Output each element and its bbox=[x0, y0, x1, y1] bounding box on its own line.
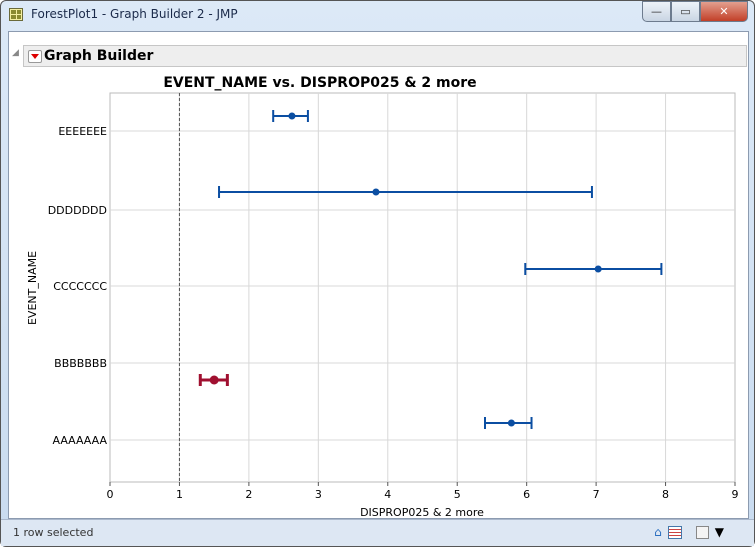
title-bar: ForestPlot1 - Graph Builder 2 - JMP — ▭ … bbox=[1, 1, 754, 27]
y-tick-label: AAAAAAA bbox=[52, 434, 107, 447]
plot-frame bbox=[109, 92, 736, 483]
home-icon[interactable]: ⌂ bbox=[654, 525, 662, 539]
x-tick-label: 1 bbox=[176, 488, 183, 501]
status-bar: 1 row selected ⌂ ▼ bbox=[1, 519, 754, 546]
y-axis-label[interactable]: EVENT_NAME bbox=[26, 251, 39, 325]
data-table-icon[interactable] bbox=[667, 525, 682, 539]
forest-plot: EVENT_NAME vs. DISPROP025 & 2 more 0 1 2 3 4… bbox=[26, 75, 739, 518]
maximize-button[interactable]: ▭ bbox=[671, 1, 700, 22]
close-button[interactable]: ✕ bbox=[700, 1, 748, 22]
x-tick-label: 9 bbox=[732, 488, 739, 501]
app-window: ForestPlot1 - Graph Builder 2 - JMP — ▭ … bbox=[0, 0, 755, 547]
estimate-point bbox=[288, 112, 296, 120]
minimize-button[interactable]: — bbox=[642, 1, 671, 22]
x-tick-label: 3 bbox=[315, 488, 322, 501]
estimate-point bbox=[507, 419, 515, 427]
y-tick-label: CCCCCCC bbox=[53, 280, 107, 293]
window-list-icon[interactable] bbox=[695, 525, 709, 539]
x-tick-label: 7 bbox=[593, 488, 600, 501]
estimate-point bbox=[594, 265, 602, 273]
dropdown-icon[interactable]: ▼ bbox=[715, 525, 724, 539]
status-text: 1 row selected bbox=[13, 526, 94, 539]
chart-title: EVENT_NAME vs. DISPROP025 & 2 more bbox=[163, 75, 476, 91]
x-tick-label: 4 bbox=[384, 488, 391, 501]
estimate-point bbox=[209, 375, 219, 385]
y-tick-label: EEEEEEE bbox=[58, 125, 107, 138]
estimate-point bbox=[372, 188, 380, 196]
report-content: ◢ Graph Builder EVENT_NAME vs. DISPROP02… bbox=[8, 31, 749, 519]
window-title: ForestPlot1 - Graph Builder 2 - JMP bbox=[31, 7, 238, 21]
x-tick-label: 8 bbox=[662, 488, 669, 501]
x-tick-label: 6 bbox=[523, 488, 530, 501]
x-tick-label: 2 bbox=[245, 488, 252, 501]
y-tick-label: DDDDDDD bbox=[48, 204, 107, 217]
x-axis-label[interactable]: DISPROP025 & 2 more bbox=[360, 506, 484, 518]
y-tick-label: BBBBBBB bbox=[54, 357, 107, 370]
x-tick-label: 0 bbox=[107, 488, 114, 501]
jmp-app-icon bbox=[9, 8, 23, 21]
x-tick-label: 5 bbox=[454, 488, 461, 501]
